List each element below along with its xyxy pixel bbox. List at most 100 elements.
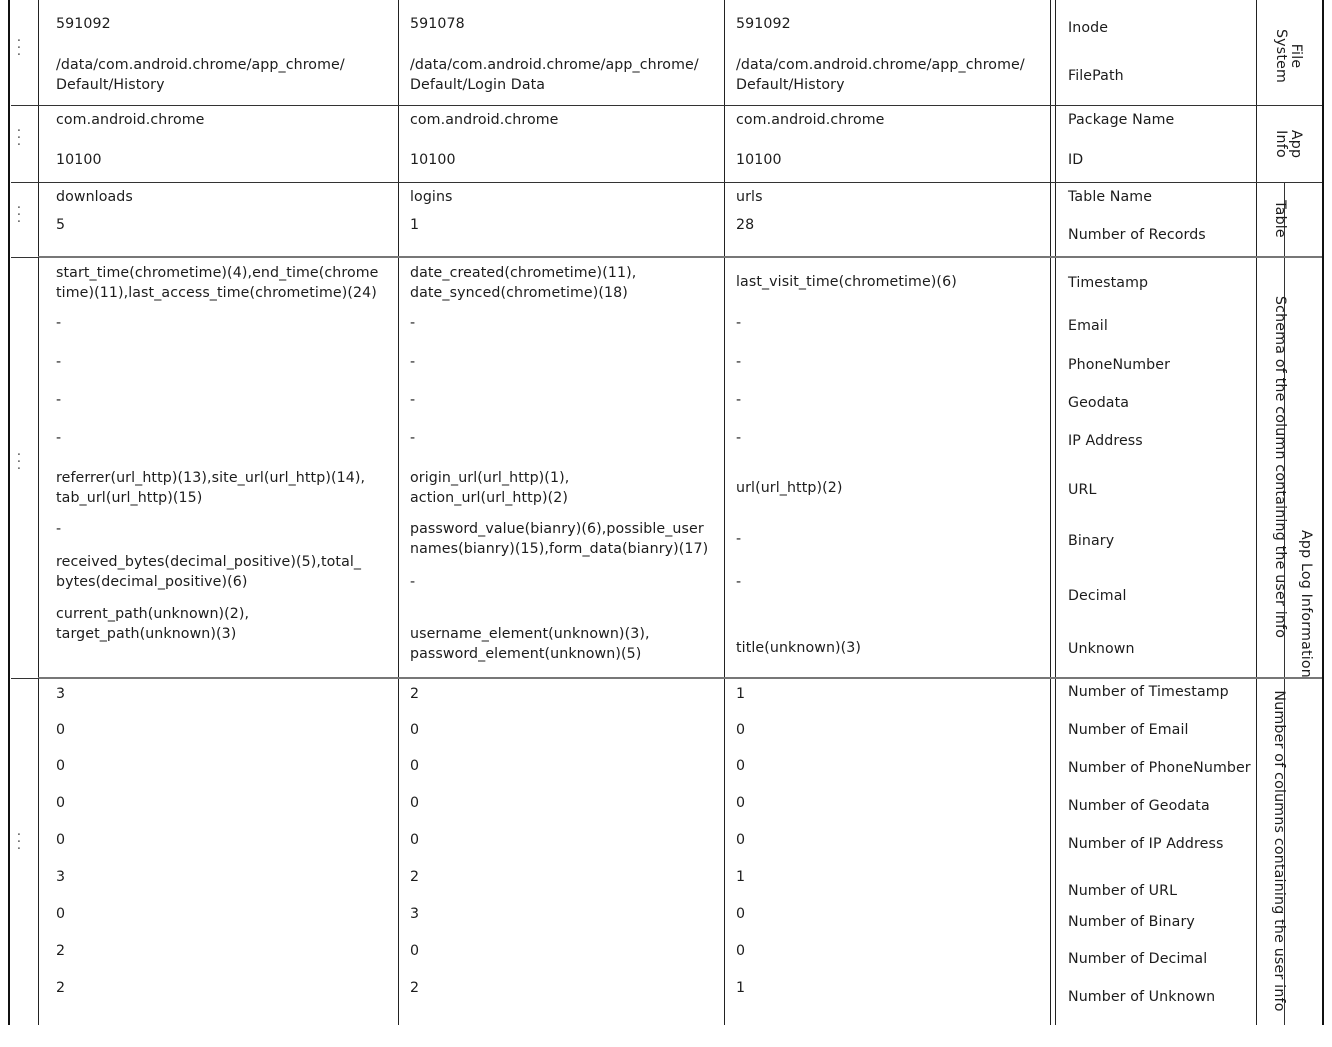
col3-count-phone: 0 — [736, 758, 746, 774]
col2-count-geodata: 0 — [410, 795, 420, 811]
col2-record-count: 1 — [410, 217, 420, 233]
col2-file-path: /data/com.android.chrome/app_chrome/ Def… — [410, 57, 699, 93]
col3-schema-phone: - — [736, 354, 742, 370]
group-label-counts: Number of columns containing the user in… — [1271, 690, 1287, 1012]
column-divider-rot-1 — [1256, 0, 1257, 1025]
col2-schema-url: origin_url(url_http)(1), action_url(url_… — [410, 470, 570, 506]
col1-count-ip: 0 — [56, 832, 66, 848]
row-label-phone: PhoneNumber — [1068, 357, 1171, 373]
col2-count-decimal: 0 — [410, 943, 420, 959]
row-label-ip: IP Address — [1068, 433, 1143, 449]
col1-count-decimal: 2 — [56, 943, 66, 959]
col1-schema-binary: - — [56, 521, 62, 537]
col2-inode: 591078 — [410, 16, 465, 32]
rule-appinfo-table — [38, 182, 1322, 183]
group-label-schema: Schema of the column containing the user… — [1272, 295, 1288, 639]
col2-schema-binary: password_value(bianry)(6),possible_user … — [410, 521, 709, 557]
row-label-table-name: Table Name — [1068, 189, 1153, 205]
col3-count-unknown: 1 — [736, 980, 746, 996]
col2-schema-unknown: username_element(unknown)(3), password_e… — [410, 626, 650, 662]
row-label-count-geodata: Number of Geodata — [1068, 798, 1210, 814]
continuation-marker-appinfo: · · · — [16, 124, 22, 153]
col1-inode: 591092 — [56, 16, 111, 32]
forensic-data-table: · · · · · · · · · · · · · · · 591092 /data/com.and… — [0, 0, 1332, 1025]
continuation-marker-table: · · · — [16, 201, 22, 230]
col1-count-phone: 0 — [56, 758, 66, 774]
col1-package-name: com.android.chrome — [56, 112, 205, 128]
row-label-count-binary: Number of Binary — [1068, 914, 1195, 930]
row-label-count-ip: Number of IP Address — [1068, 836, 1224, 852]
col1-schema-ip: - — [56, 430, 62, 446]
row-label-email: Email — [1068, 318, 1108, 334]
col1-schema-geodata: - — [56, 392, 62, 408]
col1-file-path: /data/com.android.chrome/app_chrome/ Def… — [56, 57, 345, 93]
column-divider-1 — [398, 0, 399, 1025]
table-right-border — [1322, 0, 1324, 1025]
col1-count-unknown: 2 — [56, 980, 66, 996]
row-label-inode: Inode — [1068, 20, 1109, 36]
col2-count-email: 0 — [410, 722, 420, 738]
col3-record-count: 28 — [736, 217, 755, 233]
column-divider-2 — [724, 0, 725, 1025]
row-label-id: ID — [1068, 152, 1084, 168]
col2-count-phone: 0 — [410, 758, 420, 774]
continuation-marker-schema: · · · — [16, 448, 22, 477]
row-label-binary: Binary — [1068, 533, 1115, 549]
col1-table-name: downloads — [56, 189, 133, 205]
row-label-count-url: Number of URL — [1068, 883, 1178, 899]
row-label-timestamp: Timestamp — [1068, 275, 1149, 291]
col2-id: 10100 — [410, 152, 456, 168]
col2-table-name: logins — [410, 189, 453, 205]
col1-count-timestamp: 3 — [56, 686, 66, 702]
col3-schema-unknown: title(unknown)(3) — [736, 640, 862, 656]
col2-schema-decimal: - — [410, 574, 416, 590]
row-label-count-decimal: Number of Decimal — [1068, 951, 1208, 967]
col3-schema-timestamp: last_visit_time(chrometime)(6) — [736, 274, 957, 290]
col1-count-binary: 0 — [56, 906, 66, 922]
col1-count-geodata: 0 — [56, 795, 66, 811]
col1-schema-decimal: received_bytes(decimal_positive)(5),tota… — [56, 554, 362, 590]
col1-schema-email: - — [56, 315, 62, 331]
rule-fs-appinfo — [38, 105, 1322, 106]
col1-id: 10100 — [56, 152, 102, 168]
row-label-count-phone: Number of PhoneNumber — [1068, 760, 1251, 776]
col1-count-email: 0 — [56, 722, 66, 738]
col2-count-ip: 0 — [410, 832, 420, 848]
col3-count-timestamp: 1 — [736, 686, 746, 702]
col3-table-name: urls — [736, 189, 763, 205]
col3-count-binary: 0 — [736, 906, 746, 922]
col3-schema-url: url(url_http)(2) — [736, 480, 843, 496]
col3-count-ip: 0 — [736, 832, 746, 848]
row-label-geodata: Geodata — [1068, 395, 1130, 411]
col2-count-timestamp: 2 — [410, 686, 420, 702]
row-label-count-unknown: Number of Unknown — [1068, 989, 1216, 1005]
col3-count-decimal: 0 — [736, 943, 746, 959]
column-divider-3b — [1055, 0, 1056, 1025]
row-label-unknown: Unknown — [1068, 641, 1135, 657]
column-divider-ellipsis — [38, 0, 39, 1025]
row-label-count-email: Number of Email — [1068, 722, 1189, 738]
col1-schema-timestamp: start_time(chrometime)(4),end_time(chrom… — [56, 265, 379, 301]
col3-schema-ip: - — [736, 430, 742, 446]
col2-schema-timestamp: date_created(chrometime)(11), date_synce… — [410, 265, 637, 301]
col3-count-url: 1 — [736, 869, 746, 885]
continuation-column: · · · · · · · · · · · · · · · — [0, 0, 38, 1025]
row-label-file-path: FilePath — [1068, 68, 1124, 84]
rule-schema-counts — [38, 677, 1322, 679]
col1-schema-unknown: current_path(unknown)(2), target_path(un… — [56, 606, 250, 642]
col3-count-geodata: 0 — [736, 795, 746, 811]
row-label-package-name: Package Name — [1068, 112, 1175, 128]
col1-schema-url: referrer(url_http)(13),site_url(url_http… — [56, 470, 366, 506]
col2-count-unknown: 2 — [410, 980, 420, 996]
col3-package-name: com.android.chrome — [736, 112, 885, 128]
rule-table-schema — [38, 256, 1322, 258]
col2-count-binary: 3 — [410, 906, 420, 922]
col2-schema-ip: - — [410, 430, 416, 446]
col3-count-email: 0 — [736, 722, 746, 738]
row-label-count-timestamp: Number of Timestamp — [1068, 684, 1229, 700]
col3-file-path: /data/com.android.chrome/app_chrome/ Def… — [736, 57, 1025, 93]
col3-id: 10100 — [736, 152, 782, 168]
col2-count-url: 2 — [410, 869, 420, 885]
col2-schema-geodata: - — [410, 392, 416, 408]
group-label-app-log-information: App Log Information — [1298, 529, 1314, 678]
